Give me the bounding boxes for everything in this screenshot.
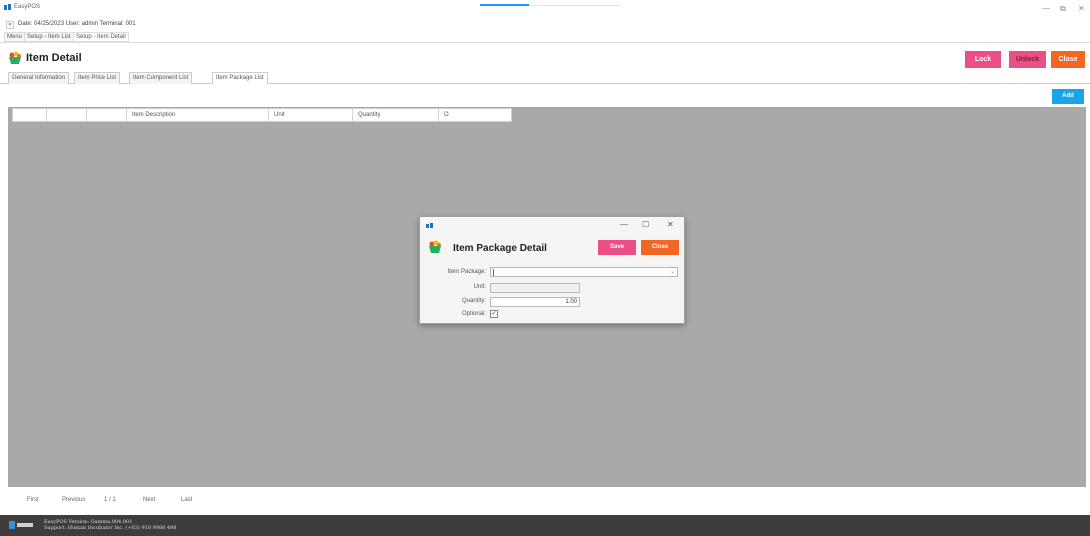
optional-label: Optional: <box>461 311 486 317</box>
loading-progress-fill <box>480 4 529 6</box>
pager-next[interactable]: Next <box>143 497 155 503</box>
item-package-label: Item Package: <box>447 269 486 275</box>
grid-header-row: Item Description Unit Quantity O <box>12 108 512 122</box>
grid-column-unit: Unit <box>269 109 353 121</box>
pager-last[interactable]: Last <box>181 497 192 503</box>
loading-progress-bar <box>480 4 620 6</box>
back-icon[interactable]: « <box>6 21 14 29</box>
restore-icon[interactable]: ⧉ <box>1060 4 1066 14</box>
grid-column-id <box>87 109 127 121</box>
app-footer: EasyPOS Version: Gamma.004.001 Support: … <box>0 515 1090 536</box>
add-button[interactable]: Add <box>1052 89 1084 104</box>
close-button[interactable]: Close <box>1051 51 1085 68</box>
tab-item-package-list[interactable]: Item Package List <box>212 72 268 84</box>
item-package-select[interactable]: ⌄ <box>490 267 678 277</box>
grid-column-edit <box>13 109 47 121</box>
lock-button[interactable]: Lock <box>965 51 1001 68</box>
breadcrumb-menu[interactable]: Menu <box>4 32 26 42</box>
minimize-icon[interactable]: — <box>1042 4 1050 13</box>
app-logo-icon <box>426 223 433 228</box>
breadcrumb-item-list[interactable]: Setup - Item List <box>24 32 74 42</box>
unit-field[interactable] <box>490 283 580 293</box>
session-status-bar: « Date: 04/25/2023 User: admin Terminal:… <box>0 19 1090 31</box>
dialog-minimize-icon[interactable]: — <box>620 220 628 229</box>
dialog-title: Item Package Detail <box>453 243 547 254</box>
list-toolbar: Add <box>0 84 1090 107</box>
breadcrumb-item-detail[interactable]: Setup - Item Detail <box>73 32 129 42</box>
dialog-close-icon[interactable]: ✕ <box>667 220 674 229</box>
unlock-button[interactable]: Unlock <box>1009 51 1046 68</box>
dialog-close-button[interactable]: Close <box>641 240 679 255</box>
basket-icon <box>429 240 441 253</box>
grid-column-optional: O <box>444 112 449 118</box>
pagination-bar: First Previous 1 / 1 Next Last <box>0 487 1090 515</box>
grid-column-item-description: Item Description <box>127 109 269 121</box>
dialog-maximize-icon[interactable]: ☐ <box>642 220 649 229</box>
session-info: Date: 04/25/2023 User: admin Terminal: 0… <box>18 21 136 27</box>
app-logo-icon <box>4 4 11 10</box>
unit-label: Unit: <box>473 284 486 290</box>
tab-item-component-list[interactable]: Item Component List <box>129 72 193 84</box>
chevron-down-icon[interactable]: ⌄ <box>670 268 675 275</box>
save-button[interactable]: Save <box>598 240 636 255</box>
pager-first[interactable]: First <box>27 497 39 503</box>
grid-column-quantity: Quantity <box>353 109 439 121</box>
optional-checkbox[interactable]: ✓ <box>490 310 498 318</box>
pager-previous[interactable]: Previous <box>62 497 85 503</box>
company-logo <box>9 521 33 529</box>
footer-support: Support: Human Incubator Inc. (+63) 918 … <box>44 525 177 531</box>
grid-column-delete <box>47 109 87 121</box>
footer-text: EasyPOS Version: Gamma.004.001 Support: … <box>44 519 176 531</box>
close-window-icon[interactable]: ✕ <box>1078 4 1085 13</box>
tab-general-information[interactable]: General Information <box>8 72 70 84</box>
text-cursor <box>493 269 494 276</box>
item-package-detail-dialog: — ☐ ✕ Item Package Detail Save Close Ite… <box>419 216 685 324</box>
quantity-label: Quantity: <box>461 298 486 304</box>
quantity-field[interactable]: 1.00 <box>490 297 580 307</box>
window-titlebar: EasyPOS — ⧉ ✕ <box>0 0 1090 19</box>
page-header: Item Detail Lock Unlock Close <box>0 43 1090 71</box>
page-title: Item Detail <box>26 52 82 64</box>
detail-tabs: General Information Item Price List Item… <box>0 71 1090 84</box>
tab-item-price-list[interactable]: Item Price List <box>74 72 121 84</box>
basket-icon <box>9 51 21 64</box>
breadcrumb: Menu Setup - Item List Setup - Item Deta… <box>0 31 1090 43</box>
pager-page-indicator: 1 / 1 <box>104 497 116 503</box>
window-title: EasyPOS <box>14 4 41 10</box>
